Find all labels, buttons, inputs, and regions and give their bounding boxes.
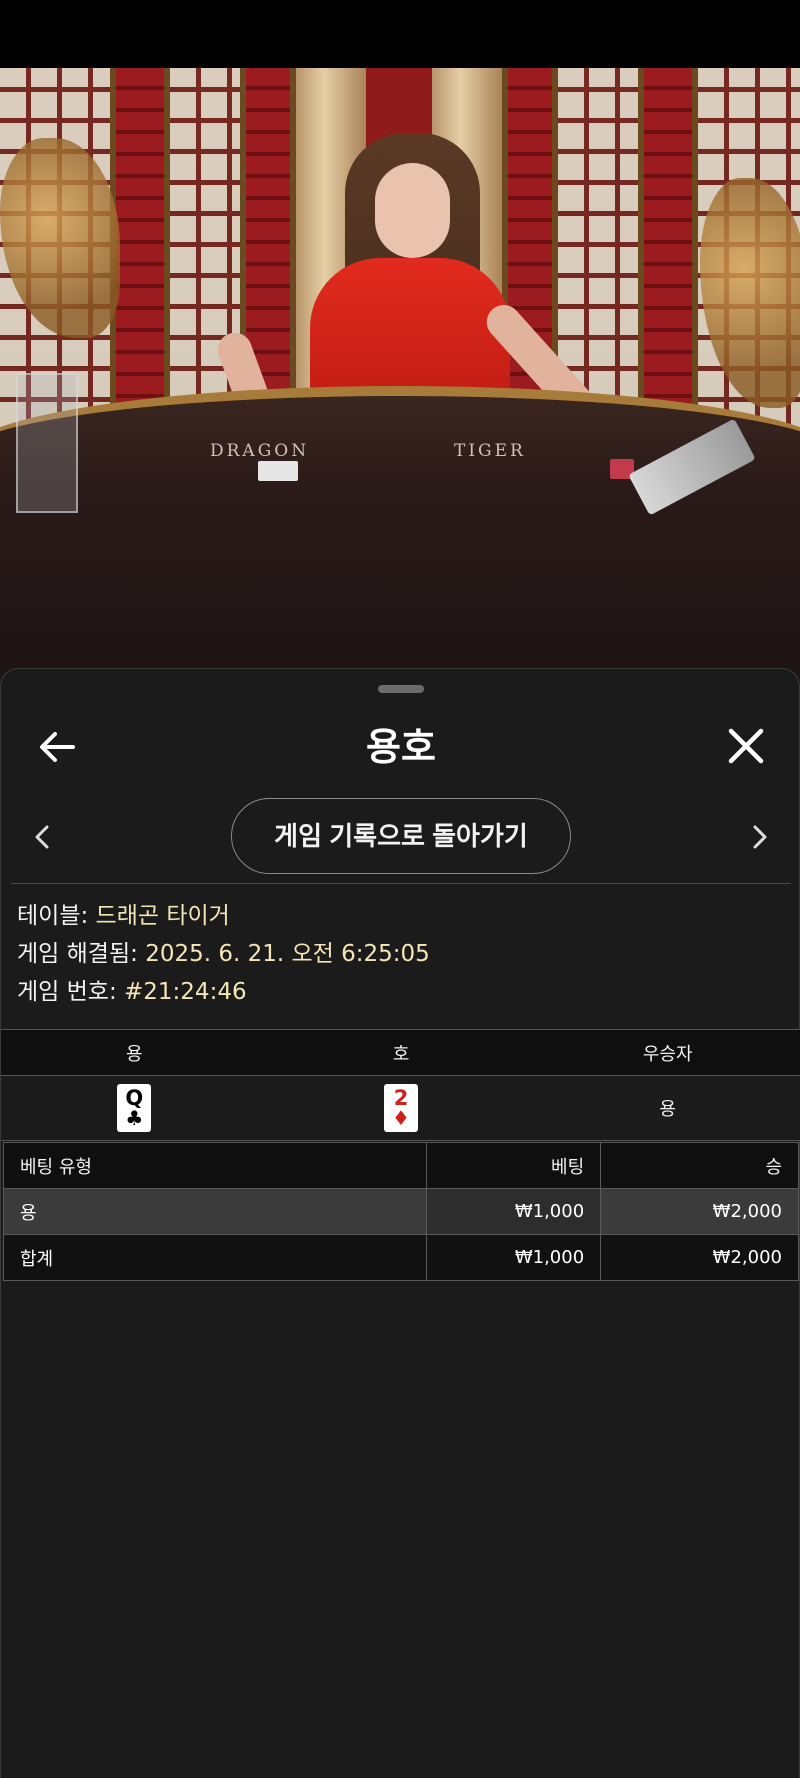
divider — [11, 883, 791, 884]
game-info: 테이블: 드래곤 타이거 게임 해결됨: 2025. 6. 21. 오전 6:2… — [17, 897, 787, 1011]
tiger-card-rank: 2 — [393, 1086, 409, 1110]
header-bet: 베팅 — [426, 1142, 602, 1189]
drag-handle[interactable] — [378, 685, 424, 693]
dragon-card: Q ♣ — [117, 1084, 152, 1132]
chevron-left-icon[interactable] — [25, 819, 61, 855]
total-row: 합계 ₩1,000 ₩2,000 — [2, 1234, 799, 1281]
results-table: 용 호 우승자 Q ♣ 2 ♦ 용 — [1, 1029, 800, 1141]
winner-value: 용 — [659, 1099, 676, 1120]
tiger-card: 2 ♦ — [384, 1084, 418, 1132]
diamond-suit-icon: ♦ — [392, 1106, 410, 1130]
header-dragon: 용 — [126, 1043, 143, 1065]
sheet-header: 용호 — [1, 705, 800, 785]
table-value: 드래곤 타이거 — [95, 903, 230, 929]
round-info-row: 게임 번호: #21:24:46 — [17, 973, 787, 1011]
table-info-row: 테이블: 드래곤 타이거 — [17, 897, 787, 935]
chevron-right-icon[interactable] — [741, 819, 777, 855]
resolved-info-row: 게임 해결됨: 2025. 6. 21. 오전 6:25:05 — [17, 935, 787, 973]
bets-header-row: 베팅 유형 베팅 승 — [2, 1142, 799, 1189]
arrow-left-icon[interactable] — [35, 725, 79, 769]
bets-table: 베팅 유형 베팅 승 용 ₩1,000 ₩2,000 합계 ₩1,000 ₩2,… — [2, 1142, 799, 1281]
win-amount-cell: ₩2,000 — [600, 1188, 799, 1235]
table-label-tiger: TIGER — [454, 441, 526, 461]
results-row: Q ♣ 2 ♦ 용 — [1, 1075, 800, 1141]
header-bet-type: 베팅 유형 — [2, 1142, 428, 1189]
dragon-card-rank: Q — [125, 1086, 144, 1110]
club-suit-icon: ♣ — [125, 1106, 144, 1130]
page-title: 용호 — [366, 725, 436, 769]
bet-row: 용 ₩1,000 ₩2,000 — [2, 1188, 799, 1235]
tiger-card-cell: 2 ♦ — [268, 1076, 535, 1140]
dealer-face — [375, 163, 450, 258]
round-navigation: 게임 기록으로 돌아가기 — [1, 797, 800, 877]
header-tiger: 호 — [392, 1043, 410, 1065]
dragon-card-cell: Q ♣ — [1, 1076, 268, 1140]
round-value: #21:24:46 — [124, 979, 247, 1005]
status-bar — [0, 0, 800, 68]
round-label: 게임 번호: — [17, 979, 117, 1005]
game-table — [0, 386, 800, 688]
total-label: 합계 — [2, 1234, 428, 1281]
pillar-right-outer — [638, 68, 698, 428]
dealt-card-dragon — [258, 461, 298, 481]
bet-amount-cell: ₩1,000 — [426, 1188, 602, 1235]
table-label: 테이블: — [17, 903, 89, 929]
game-details-sheet: 용호 게임 기록으로 돌아가기 테이블: 드래곤 타이거 게임 해결됨: 202… — [0, 668, 800, 1778]
back-to-history-button[interactable]: 게임 기록으로 돌아가기 — [231, 798, 571, 874]
live-video-feed: DRAGON TIGER — [0, 68, 800, 688]
header-winner: 우승자 — [642, 1043, 693, 1065]
discard-holder — [16, 373, 78, 513]
header-win: 승 — [600, 1142, 799, 1189]
resolved-value: 2025. 6. 21. 오전 6:25:05 — [145, 941, 430, 967]
table-label-dragon: DRAGON — [210, 441, 310, 461]
resolved-label: 게임 해결됨: — [17, 941, 138, 967]
results-header-row: 용 호 우승자 — [1, 1029, 800, 1075]
total-win: ₩2,000 — [600, 1234, 799, 1281]
bet-type-cell: 용 — [2, 1188, 428, 1235]
close-icon[interactable] — [723, 723, 769, 769]
total-bet: ₩1,000 — [426, 1234, 602, 1281]
